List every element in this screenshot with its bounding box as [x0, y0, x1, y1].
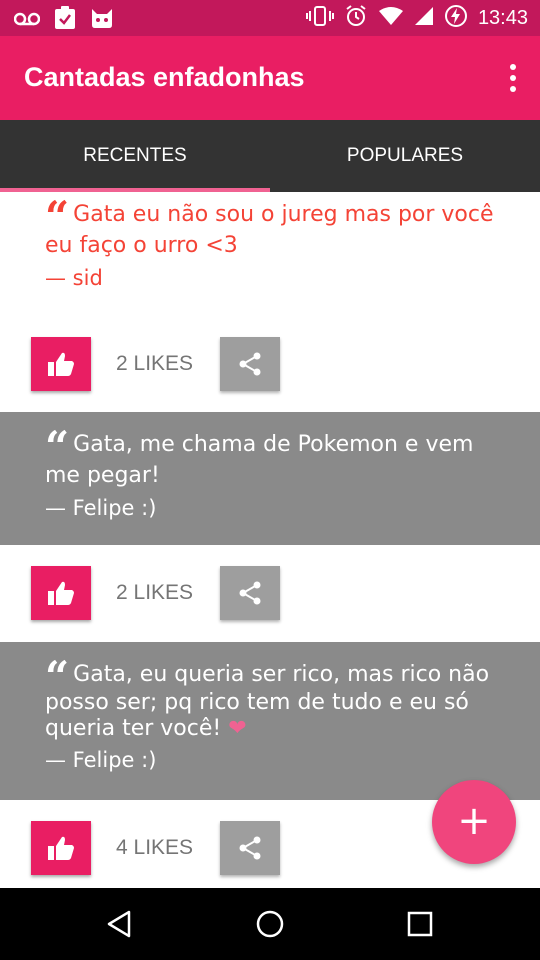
quote-text: Gata, me chama de Pokemon e vem me pegar… — [45, 432, 474, 488]
likes-count: 2 LIKES — [116, 352, 194, 375]
like-button[interactable] — [31, 337, 91, 391]
share-icon — [239, 352, 261, 376]
vibrate-icon — [305, 5, 334, 31]
tab-bar: RECENTES POPULARES — [0, 120, 540, 192]
quote-author: — sid — [45, 266, 103, 290]
post-actions: 2 LIKES — [0, 566, 540, 620]
share-button[interactable] — [220, 566, 280, 620]
like-button[interactable] — [31, 566, 91, 620]
thumb-up-icon — [48, 581, 74, 605]
quote-card: “Gata, me chama de Pokemon e vem me pega… — [0, 412, 540, 545]
signal-icon — [414, 6, 434, 30]
add-cantada-button[interactable]: + — [432, 780, 516, 864]
post-actions: 2 LIKES — [0, 337, 540, 391]
battery-charging-icon — [444, 4, 468, 32]
clipboard-check-icon — [54, 6, 76, 34]
overflow-menu-icon[interactable] — [508, 64, 518, 94]
share-icon — [239, 836, 261, 860]
share-button[interactable] — [220, 337, 280, 391]
likes-count: 2 LIKES — [116, 581, 194, 604]
share-button[interactable] — [220, 821, 280, 875]
tab-recentes[interactable]: RECENTES — [0, 120, 270, 192]
cat-app-icon — [90, 7, 114, 33]
status-bar: 13:43 — [0, 0, 540, 36]
navigation-bar — [0, 888, 540, 960]
recents-icon[interactable] — [402, 906, 438, 942]
wifi-icon — [378, 6, 404, 30]
heart-icon: ❤ — [228, 716, 247, 741]
likes-count: 4 LIKES — [116, 836, 194, 859]
quote-card: “Gata eu não sou o jureg mas por você eu… — [0, 196, 540, 291]
quote-card: “Gata, eu queria ser rico, mas rico não … — [0, 642, 540, 800]
voicemail-icon — [13, 11, 41, 30]
back-icon[interactable] — [102, 906, 138, 942]
thumb-up-icon — [48, 352, 74, 376]
like-button[interactable] — [31, 821, 91, 875]
quote-text: Gata, eu queria ser rico, mas rico não p… — [45, 662, 490, 741]
quote-text: Gata eu não sou o jureg mas por você eu … — [45, 202, 494, 258]
home-icon[interactable] — [252, 906, 288, 942]
app-title: Cantadas enfadonhas — [24, 62, 305, 92]
app-bar: Cantadas enfadonhas — [0, 36, 540, 120]
clock-time: 13:43 — [477, 6, 528, 29]
share-icon — [239, 581, 261, 605]
alarm-icon — [344, 4, 368, 32]
quote-author: — Felipe :) — [45, 496, 157, 520]
tab-populares[interactable]: POPULARES — [270, 120, 540, 192]
thumb-up-icon — [48, 836, 74, 860]
quote-author: — Felipe :) — [45, 748, 157, 772]
